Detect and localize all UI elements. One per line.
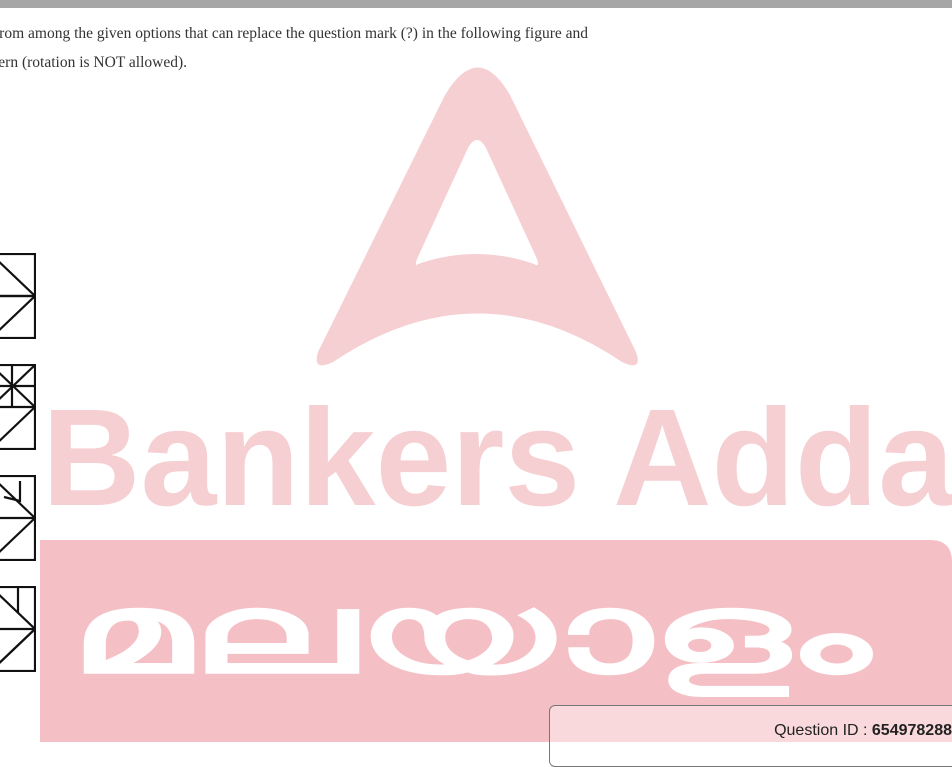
logo-arrow-shape (316, 67, 638, 366)
question-id: Question ID : 654978288 (774, 722, 952, 740)
question-text: from among the given options that can re… (0, 19, 754, 77)
option-figure-4[interactable] (0, 586, 36, 672)
option-figure-3[interactable] (0, 475, 36, 561)
watermark-malayalam-text: മലയാളം (70, 569, 874, 699)
question-id-value: 654978288 (871, 722, 952, 739)
top-divider-bar (0, 0, 952, 8)
option-figure-1[interactable] (0, 253, 36, 339)
question-id-label: Question ID : (774, 722, 872, 739)
bankers-adda-watermark-logo: Bankers Adda മലയാളം (40, 67, 952, 742)
option-figure-2[interactable] (0, 364, 36, 450)
watermark-brand-text: Bankers Adda (42, 381, 952, 535)
question-line-1: from among the given options that can re… (0, 25, 588, 42)
question-line-2: tern (rotation is NOT allowed). (0, 54, 187, 71)
